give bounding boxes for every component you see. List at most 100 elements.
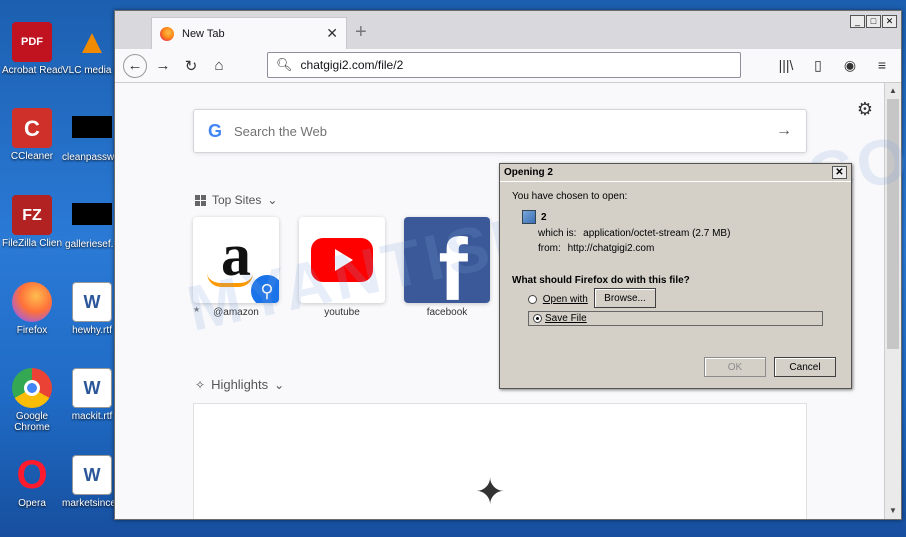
account-icon[interactable]: ◉ [839,54,861,76]
tab-new-tab[interactable]: New Tab ✕ [151,17,347,49]
dialog-question: What should Firefox do with this file? [512,275,690,286]
google-logo-icon: G [208,120,223,141]
acrobat-icon: PDF [12,22,52,62]
open-with-label: Open with [542,294,588,305]
firefox-icon [12,282,52,322]
arrow-right-icon[interactable]: → [776,122,792,140]
desktop-icon-marketsince[interactable]: W marketsince... [62,455,122,509]
pin-icon: ★ [193,305,201,314]
vlc-icon: ▲ [75,22,109,61]
cancel-button[interactable]: Cancel [774,357,836,377]
forward-icon[interactable]: → [151,54,175,78]
reload-icon[interactable]: ↻ [179,54,203,78]
redacted-icon [72,116,112,138]
desktop-icon-ccleaner[interactable]: C CCleaner [2,108,62,162]
which-is-value: application/octet-stream (2.7 MB) [583,228,731,239]
new-tab-button[interactable]: + [355,21,367,44]
highlights-label: Highlights [211,377,269,392]
download-dialog: Opening 2 ✕ You have chosen to open: 2 w… [499,163,852,389]
desktop-icon-label: hewhy.rtf [72,325,112,336]
desktop-icon-opera[interactable]: O Opera [2,455,62,510]
home-icon[interactable]: ⌂ [207,54,231,78]
amazon-tile: a ⚲ [193,217,279,303]
close-window-icon[interactable]: ✕ [882,15,897,28]
scroll-up-icon[interactable]: ▲ [885,83,901,99]
web-search-box[interactable]: G Search the Web → [193,109,807,153]
desktop-icon-label: Opera [18,498,46,509]
desktop-icon-acrobat[interactable]: PDF Acrobat Reader DC [2,22,62,76]
desktop-icon-galleriesef[interactable]: galleriesef... [62,195,122,250]
vertical-scrollbar[interactable]: ▲ ▼ [884,83,901,519]
gear-icon[interactable]: ⚙ [857,99,873,120]
dialog-title: Opening 2 [504,167,553,178]
desktop-icon-vlc[interactable]: ▲ VLC media player [62,22,122,77]
sparkle-icon: ✦ [475,471,506,512]
scroll-down-icon[interactable]: ▼ [885,503,901,519]
sidebar-icon[interactable]: ▯ [807,54,829,76]
top-sites-header[interactable]: Top Sites ⌄ [195,193,277,207]
top-site-youtube[interactable]: youtube [299,217,385,318]
ccleaner-icon: C [12,108,52,148]
desktop-icon-hewhy[interactable]: W hewhy.rtf [62,282,122,336]
site-label: youtube [324,307,360,318]
url-bar[interactable]: 🔍︎ chatgigi2.com/file/2 [267,52,741,78]
redacted-icon [72,203,112,225]
word-document-icon: W [72,455,112,495]
open-with-radio[interactable] [528,294,537,304]
minimize-icon[interactable]: _ [850,15,865,28]
top-site-amazon[interactable]: a ⚲ @amazon [193,217,279,318]
chevron-down-icon: ⌄ [267,193,278,207]
search-icon: 🔍︎ [276,57,293,72]
search-placeholder: Search the Web [234,123,327,139]
firefox-favicon-icon [160,26,174,41]
desktop-icon-label: Google Chrome [14,411,50,433]
save-file-radio[interactable] [533,314,542,323]
site-label: @amazon [213,307,259,318]
back-icon[interactable]: ← [123,53,147,78]
grid-icon [195,194,206,206]
ok-button[interactable]: OK [704,357,766,377]
search-badge-icon: ⚲ [249,273,279,303]
menu-icon[interactable]: ≡ [871,54,893,76]
chevron-down-icon: ⌄ [274,377,285,392]
close-tab-icon[interactable]: ✕ [326,25,338,42]
filezilla-icon: FZ [12,195,52,235]
open-with-option[interactable]: Open with [528,294,588,305]
url-text: chatgigi2.com/file/2 [300,58,404,72]
library-icon[interactable]: |||\ [775,54,797,76]
which-is-label: which is: [538,228,577,239]
browse-button[interactable]: Browse... [594,288,656,308]
dialog-title-bar: Opening 2 ✕ [500,164,851,182]
desktop-icon-firefox[interactable]: Firefox [2,282,62,336]
desktop-icon-label: cleanpassw... [62,152,122,163]
desktop-icon-label: Acrobat Reader DC [2,65,62,76]
scrollbar-thumb[interactable] [887,99,899,349]
nav-toolbar: ← → ↻ ⌂ 🔍︎ chatgigi2.com/file/2 |||\ ▯ ◉… [115,49,901,83]
desktop-icon-label: CCleaner [10,151,54,162]
site-label: facebook [426,307,468,318]
facebook-tile: f [404,217,490,303]
from-label: from: [538,243,561,254]
desktop-icon-label: FileZilla Client [2,238,62,249]
save-file-label: Save File [545,313,587,324]
chosen-text: You have chosen to open: [512,191,628,202]
file-icon [522,210,536,224]
desktop-icon-label: VLC media player [62,65,122,76]
close-dialog-icon[interactable]: ✕ [832,166,847,179]
desktop-icon-label: galleriesef... [65,239,119,250]
maximize-icon[interactable]: □ [866,15,881,28]
desktop-icon-label: mackit.rtf [71,411,113,422]
youtube-tile [299,217,385,303]
top-site-facebook[interactable]: f facebook [404,217,490,318]
facebook-logo-icon: f [438,220,468,303]
window-controls: _ □ ✕ [850,15,897,28]
desktop-icon-chrome[interactable]: Google Chrome [2,368,62,433]
chrome-icon [12,368,52,408]
youtube-play-icon [311,238,373,282]
desktop-icon-filezilla[interactable]: FZ FileZilla Client [2,195,62,249]
desktop-icon-cleanpassw[interactable]: cleanpassw... [62,108,122,163]
save-file-option[interactable]: Save File [528,311,823,326]
desktop-icon-mackit[interactable]: W mackit.rtf [62,368,122,422]
desktop-icon-label: marketsince... [62,498,122,509]
highlights-header[interactable]: ✧ Highlights ⌄ [195,377,284,392]
